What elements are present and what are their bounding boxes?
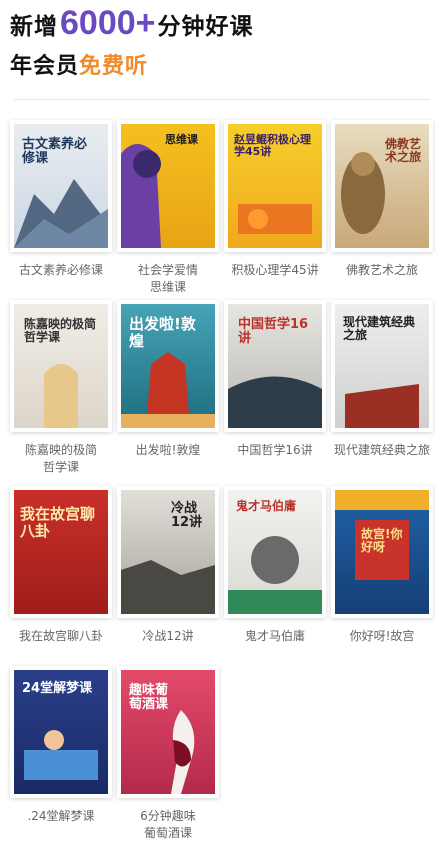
course-cover[interactable]: 鬼才马伯庸 (224, 486, 326, 618)
hero-number: 6000+ (60, 4, 156, 42)
cover-art (228, 536, 322, 614)
hero-prefix: 新增 (10, 14, 58, 40)
course-caption[interactable]: 6分钟趣味 葡萄酒课 (117, 808, 219, 842)
cover-title: 故宫!你好呀 (361, 527, 403, 555)
course-caption[interactable]: 佛教艺术之旅 (331, 262, 433, 279)
cover-title: 我在故宫聊八卦 (20, 505, 96, 540)
hero-suffix: 分钟好课 (157, 14, 254, 40)
hero-line-2: 年会员免费听 (10, 48, 440, 80)
course-card[interactable]: 我在故宫聊八卦 我在故宫聊八卦 (10, 486, 112, 645)
cover-art (121, 560, 215, 614)
hero-line2-accent: 免费听 (79, 54, 149, 79)
course-card[interactable]: 思维课 社会学爱情 思维课 (117, 120, 219, 296)
course-cover[interactable]: 我在故宫聊八卦 (10, 486, 112, 618)
cover-title: 佛教艺术之旅 (385, 137, 422, 165)
course-cover[interactable]: 趣味葡萄酒课 (117, 666, 219, 798)
course-card[interactable]: 故宫!你好呀 你好呀!故宫 (331, 486, 433, 645)
course-card[interactable]: 中国哲学16讲 中国哲学16讲 (224, 300, 326, 459)
cover-art (44, 364, 78, 428)
course-cover[interactable]: 陈嘉映的极简哲学课 (10, 300, 112, 432)
cover-title: 思维课 (165, 133, 198, 146)
course-caption[interactable]: 古文素养必修课 (10, 262, 112, 279)
course-cover[interactable]: 冷战12讲 (117, 486, 219, 618)
course-caption[interactable]: 社会学爱情 思维课 (117, 262, 219, 296)
course-caption[interactable]: 中国哲学16讲 (224, 442, 326, 459)
course-cover[interactable]: 古文素养必修课 (10, 120, 112, 252)
course-cover[interactable]: 故宫!你好呀 (331, 486, 433, 618)
course-caption[interactable]: 出发啦!敦煌 (117, 442, 219, 459)
course-caption[interactable]: 现代建筑经典之旅 (331, 442, 433, 459)
cover-art (238, 204, 312, 234)
course-cover[interactable]: 赵昱鲲积极心理学45讲 (224, 120, 326, 252)
course-card[interactable]: 古文素养必修课 古文素养必修课 (10, 120, 112, 279)
cover-art (171, 710, 195, 794)
course-card[interactable]: 24堂解梦课 .24堂解梦课 (10, 666, 112, 825)
course-caption[interactable]: 鬼才马伯庸 (224, 628, 326, 645)
cover-art (24, 730, 98, 780)
course-cover[interactable]: 思维课 (117, 120, 219, 252)
cover-art (228, 376, 322, 428)
course-card[interactable]: 出发啦!敦煌 出发啦!敦煌 (117, 300, 219, 459)
cover-art (14, 179, 108, 248)
course-cover[interactable]: 中国哲学16讲 (224, 300, 326, 432)
course-cover[interactable]: 佛教艺术之旅 (331, 120, 433, 252)
course-caption[interactable]: 陈嘉映的极简 哲学课 (10, 442, 112, 476)
course-card[interactable]: 现代建筑经典之旅 现代建筑经典之旅 (331, 300, 433, 459)
course-card[interactable]: 赵昱鲲积极心理学45讲 积极心理学45讲 (224, 120, 326, 279)
course-cover[interactable]: 出发啦!敦煌 (117, 300, 219, 432)
course-caption[interactable]: 冷战12讲 (117, 628, 219, 645)
course-caption[interactable]: 我在故宫聊八卦 (10, 628, 112, 645)
cover-art (345, 384, 419, 428)
course-card[interactable]: 冷战12讲 冷战12讲 (117, 486, 219, 645)
divider (14, 99, 430, 100)
course-card[interactable]: 鬼才马伯庸 鬼才马伯庸 (224, 486, 326, 645)
cover-art (121, 352, 215, 428)
course-card[interactable]: 趣味葡萄酒课 6分钟趣味 葡萄酒课 (117, 666, 219, 842)
course-card[interactable]: 佛教艺术之旅 佛教艺术之旅 (331, 120, 433, 279)
hero-line-1: 新增 6000+ 分钟好课 (10, 4, 440, 48)
course-caption[interactable]: 积极心理学45讲 (224, 262, 326, 279)
course-cover[interactable]: 24堂解梦课 (10, 666, 112, 798)
course-cover[interactable]: 现代建筑经典之旅 (331, 300, 433, 432)
course-caption[interactable]: .24堂解梦课 (10, 808, 112, 825)
course-caption[interactable]: 你好呀!故宫 (331, 628, 433, 645)
hero-line2-prefix: 年会员 (10, 54, 80, 79)
course-card[interactable]: 陈嘉映的极简哲学课 陈嘉映的极简 哲学课 (10, 300, 112, 476)
hero-banner: 新增 6000+ 分钟好课 年会员免费听 (10, 4, 440, 80)
